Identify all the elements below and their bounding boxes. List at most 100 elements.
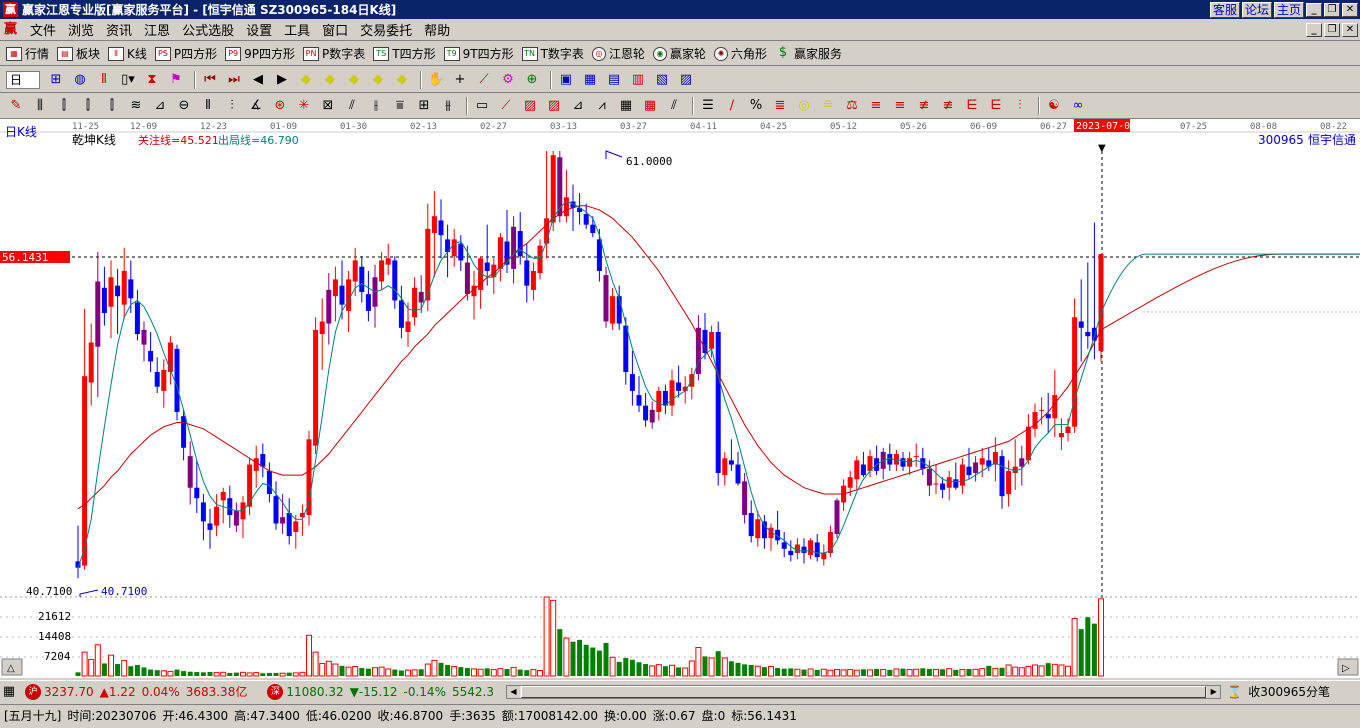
matrix-icon[interactable]: ▦ <box>616 97 636 115</box>
fib-icon[interactable]: ⫲ <box>366 97 386 115</box>
tick-detail-label[interactable]: 收300965分笔 <box>1248 683 1330 700</box>
toolbar-t-square[interactable]: TS T四方形 <box>373 45 436 62</box>
toolbar-hexagon[interactable]: ✺ 六角形 <box>713 45 767 62</box>
levels-icon[interactable]: ⩸ <box>390 97 410 115</box>
angle-icon[interactable]: ∡ <box>246 97 266 115</box>
minimize-icon[interactable]: _ <box>1306 2 1322 17</box>
square-icon[interactable]: ⊠ <box>318 97 338 115</box>
next-bar-icon[interactable]: ▶ <box>272 71 292 89</box>
grid-toggle-icon[interactable]: ▦ <box>0 683 18 701</box>
gann-line-3-icon[interactable]: ⫿ <box>102 97 122 115</box>
sz-index-icon[interactable]: 深 <box>267 683 284 700</box>
lines-2-icon[interactable]: ≡ <box>866 97 886 115</box>
toolbar-kline[interactable]: ⫴ K线 <box>108 45 147 62</box>
chart-area[interactable]: 11-25 12-09 12-23 01-09 01-30 02-13 02-27 03-13… <box>0 119 1360 678</box>
menu-window[interactable]: 窗口 <box>316 20 354 39</box>
lines-7-icon[interactable]: ⋿ <box>986 97 1006 115</box>
scroll-right-icon[interactable]: ▶ <box>1207 685 1221 698</box>
star-icon[interactable]: ✳ <box>294 97 314 115</box>
kline-chart[interactable]: 11-25 12-09 12-23 01-09 01-30 02-13 02-27 03-13… <box>0 119 1360 678</box>
box-icon[interactable]: ⊞ <box>414 97 434 115</box>
home-link[interactable]: 主页 <box>1273 1 1304 18</box>
gann-line-4-icon[interactable]: ≋ <box>126 97 146 115</box>
diamond-1-icon[interactable]: ◆ <box>296 71 316 89</box>
menu-tools[interactable]: 工具 <box>278 20 316 39</box>
frame-icon[interactable]: ▭ <box>472 97 492 115</box>
toolbar-winner-wheel[interactable]: ◉ 赢家轮 <box>652 45 706 62</box>
service-link[interactable]: 客服 <box>1209 1 1240 18</box>
toolbar-quotes[interactable]: ▦ 行情 <box>6 45 49 62</box>
lines-8-icon[interactable]: ⫶ <box>1010 97 1030 115</box>
flag-icon[interactable]: ⚑ <box>166 71 186 89</box>
calendar-icon[interactable]: ▣ <box>556 71 576 89</box>
save-icon[interactable]: ▥ <box>628 71 648 89</box>
diamond-4-icon[interactable]: ◆ <box>368 71 388 89</box>
grid-fill-2-icon[interactable]: ▨ <box>544 97 564 115</box>
menu-formula[interactable]: 公式选股 <box>176 20 240 39</box>
fan-line-icon[interactable]: ⟋ <box>496 97 516 115</box>
menu-gann[interactable]: 江恩 <box>138 20 176 39</box>
toolbar-p-square[interactable]: PS P四方形 <box>154 45 217 62</box>
scroll-left-icon[interactable]: ◀ <box>506 685 520 698</box>
toolbar-gann-wheel[interactable]: ◎ 江恩轮 <box>591 45 645 62</box>
table-icon[interactable]: ▦ <box>580 71 600 89</box>
lines-4-icon[interactable]: ≢ <box>914 97 934 115</box>
f10-icon[interactable]: ⊞ <box>46 71 66 89</box>
first-bar-icon[interactable]: ⏮ <box>200 71 220 89</box>
menu-help[interactable]: 帮助 <box>418 20 456 39</box>
ellipse-icon[interactable]: ⊖ <box>174 97 194 115</box>
truck-icon[interactable]: ▨ <box>676 71 696 89</box>
child-restore-icon[interactable]: ❐ <box>1324 22 1340 37</box>
lines-1-icon[interactable]: ≣ <box>770 97 790 115</box>
gann-time-icon[interactable]: ⧗ <box>142 71 162 89</box>
diamond-2-icon[interactable]: ◆ <box>320 71 340 89</box>
menu-file[interactable]: 文件 <box>24 20 62 39</box>
gann-line-2-icon[interactable]: ⫿ <box>78 97 98 115</box>
percent-icon[interactable]: % <box>746 97 766 115</box>
kline-type-icon[interactable]: ⫴ <box>94 71 114 89</box>
scale-icon[interactable]: ⚖ <box>842 97 862 115</box>
toolbar-t-number[interactable]: TN T数字表 <box>521 45 584 62</box>
coin-icon[interactable]: ◎ <box>794 97 814 115</box>
grid-fill-icon[interactable]: ▨ <box>520 97 540 115</box>
bars-icon[interactable]: ⫵ <box>438 97 458 115</box>
wave-icon[interactable]: ⟋ <box>474 71 494 89</box>
print-icon[interactable]: ▧ <box>652 71 672 89</box>
toolbar-service[interactable]: $ 赢家服务 <box>775 45 842 62</box>
percent-tool-icon[interactable]: ⊕ <box>522 71 542 89</box>
grid-line-icon[interactable]: ⦀ <box>198 97 218 115</box>
horizontal-scrollbar[interactable]: ◀ ▶ <box>505 684 1222 699</box>
lines-5-icon[interactable]: ≢ <box>938 97 958 115</box>
hand-icon[interactable]: ✋ <box>426 71 446 89</box>
circle-icon[interactable]: ⊛ <box>270 97 290 115</box>
last-bar-icon[interactable]: ⏭ <box>224 71 244 89</box>
tick-detail-icon[interactable]: ⌛ <box>1227 685 1242 699</box>
child-minimize-icon[interactable]: _ <box>1306 22 1322 37</box>
menu-browse[interactable]: 浏览 <box>62 20 100 39</box>
diamond-3-icon[interactable]: ◆ <box>344 71 364 89</box>
calculator-icon[interactable]: ▤ <box>604 71 624 89</box>
bar-type-icon[interactable]: ▯▾ <box>118 71 138 89</box>
coin-2-icon[interactable]: ≘ <box>818 97 838 115</box>
time-zone-icon[interactable]: ⫶ <box>222 97 242 115</box>
lines-3-icon[interactable]: ≡ <box>890 97 910 115</box>
menu-news[interactable]: 资讯 <box>100 20 138 39</box>
restore-icon[interactable]: ❐ <box>1324 2 1340 17</box>
scroll-thumb[interactable] <box>520 685 1207 698</box>
trend-icon[interactable]: ⊿ <box>568 97 588 115</box>
menu-settings[interactable]: 设置 <box>240 20 278 39</box>
list-icon[interactable]: ☰ <box>698 97 718 115</box>
diamond-5-icon[interactable]: ◆ <box>392 71 412 89</box>
zigzag-icon[interactable]: ⩘ <box>592 97 612 115</box>
channel-icon[interactable]: ⊿ <box>150 97 170 115</box>
ratio-icon[interactable]: ∕ <box>722 97 742 115</box>
ray-icon[interactable]: ⫽ <box>342 97 362 115</box>
parallel-icon[interactable]: ⫽ <box>664 97 684 115</box>
forum-link[interactable]: 论坛 <box>1241 1 1272 18</box>
sh-index-icon[interactable]: 沪 <box>25 683 41 700</box>
gann-line-1-icon[interactable]: ⫿ <box>54 97 74 115</box>
close-icon[interactable]: ✕ <box>1342 2 1358 17</box>
toolbar-p-number[interactable]: PN P数字表 <box>303 45 365 62</box>
toolbar-9p-square[interactable]: P9 9P四方形 <box>225 45 295 62</box>
lines-6-icon[interactable]: ⋿ <box>962 97 982 115</box>
